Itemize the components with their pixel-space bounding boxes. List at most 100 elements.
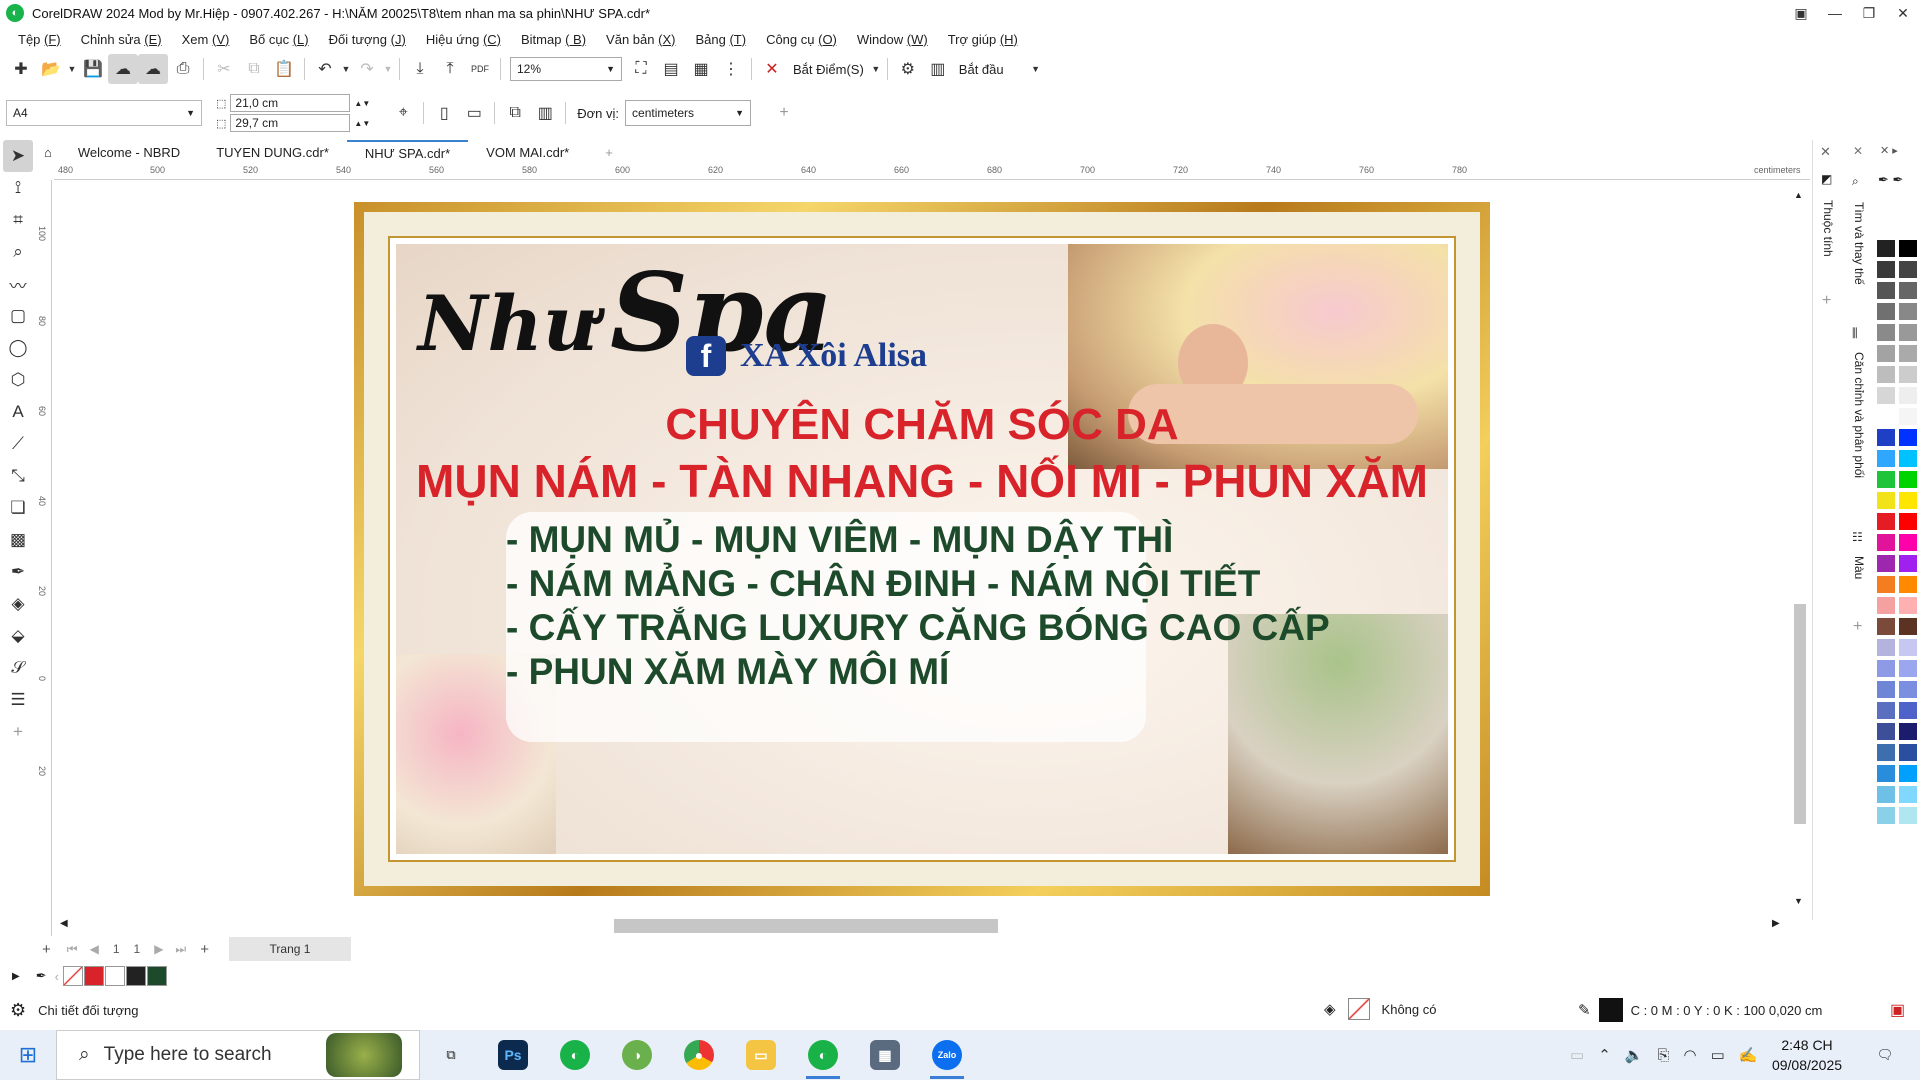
palette-swatch[interactable]: [1876, 743, 1896, 762]
palette-arrow-icon[interactable]: ▶: [12, 971, 20, 982]
palette-swatch[interactable]: [1898, 806, 1918, 825]
palette-swatch[interactable]: [1876, 407, 1896, 426]
palette-swatch[interactable]: [1876, 491, 1896, 510]
vertical-scroll-thumb[interactable]: [1794, 604, 1806, 824]
undo-icon[interactable]: ↶: [310, 54, 340, 84]
palette-swatch[interactable]: [1876, 260, 1896, 279]
coreldraw-app-1[interactable]: ◐: [544, 1030, 606, 1080]
corel-app-2[interactable]: ◑: [606, 1030, 668, 1080]
color-settings-icon[interactable]: ▣: [1890, 1000, 1905, 1020]
zoom-tool-icon[interactable]: ⌕: [3, 236, 33, 268]
save-icon[interactable]: 💾: [78, 54, 108, 84]
palette-swatch[interactable]: [1898, 470, 1918, 489]
home-icon[interactable]: ⌂: [36, 140, 60, 164]
palette-swatch[interactable]: [1876, 365, 1896, 384]
object-details-gear-icon[interactable]: ⚙: [10, 1000, 26, 1021]
palette-swatch[interactable]: [1898, 512, 1918, 531]
palette-nav-icon[interactable]: ✕ ▸: [1880, 144, 1898, 157]
task-view-icon[interactable]: ⧉: [420, 1030, 482, 1080]
paste-icon[interactable]: 📋: [269, 54, 299, 84]
palette-swatch[interactable]: [1876, 344, 1896, 363]
menu-bitmap[interactable]: Bitmap ( B): [521, 32, 586, 47]
palette-swatch[interactable]: [1898, 596, 1918, 615]
palette-swatch[interactable]: [1876, 386, 1896, 405]
palette-swatch[interactable]: [1898, 386, 1918, 405]
palette-swatch[interactable]: [1876, 680, 1896, 699]
transparency-tool-icon[interactable]: ▩: [3, 524, 33, 556]
show-guidelines-icon[interactable]: ⋮: [716, 54, 746, 84]
align-icon[interactable]: ⫼: [1852, 326, 1858, 341]
palette-swatch[interactable]: [1898, 680, 1918, 699]
scroll-up-icon[interactable]: ▲: [1794, 190, 1803, 200]
palette-swatch[interactable]: [1876, 722, 1896, 741]
new-document-icon[interactable]: ✚: [6, 54, 36, 84]
palette-swatch[interactable]: [1876, 470, 1896, 489]
palette-swatch[interactable]: [1876, 596, 1896, 615]
close-docker-icon[interactable]: ✕: [1853, 144, 1863, 158]
palette-swatch[interactable]: [1876, 302, 1896, 321]
find-replace-docker-tab[interactable]: Tìm và thay thế: [1852, 202, 1866, 285]
network-icon[interactable]: ◠: [1683, 1046, 1696, 1064]
palette-swatch[interactable]: [1876, 239, 1896, 258]
close-button[interactable]: ✕: [1886, 0, 1920, 26]
outline-tool-icon[interactable]: 𝒮: [3, 652, 33, 684]
palette-swatch[interactable]: [1898, 575, 1918, 594]
prev-page-icon[interactable]: ◀: [90, 942, 99, 956]
black-swatch[interactable]: [125, 966, 146, 986]
page-height-input[interactable]: 29,7 cm: [230, 114, 351, 132]
menu-effects[interactable]: Hiệu ứng (C): [426, 32, 501, 47]
palette-swatch[interactable]: [1876, 281, 1896, 300]
white-swatch[interactable]: [104, 966, 125, 986]
tab-nhu-spa[interactable]: NHƯ SPA.cdr*: [346, 140, 469, 164]
open-folder-icon[interactable]: 📂: [36, 54, 66, 84]
palette-swatch[interactable]: [1876, 323, 1896, 342]
page-width-input[interactable]: 21,0 cm: [230, 94, 351, 112]
crop-tool-icon[interactable]: ⌗: [3, 204, 33, 236]
palette-swatch[interactable]: [1898, 281, 1918, 300]
palette-swatch[interactable]: [1876, 617, 1896, 636]
palette-swatch[interactable]: [1876, 554, 1896, 573]
taskbar-search[interactable]: ⌕ Type here to search: [56, 1030, 420, 1080]
menu-window[interactable]: Window (W): [857, 32, 928, 47]
spin-icon[interactable]: ▲▼: [354, 99, 370, 108]
chrome-app[interactable]: ●: [668, 1030, 730, 1080]
tab-vom-mai[interactable]: VOM MAI.cdr*: [468, 140, 587, 164]
snap-to-dropdown[interactable]: Bắt Điểm(S): [793, 62, 864, 77]
palette-swatch[interactable]: [1898, 428, 1918, 447]
palette-swatch[interactable]: [1876, 449, 1896, 468]
dropdown-arrow-icon[interactable]: ▼: [66, 54, 78, 84]
polygon-tool-icon[interactable]: ⬡: [3, 364, 33, 396]
palette-swatch[interactable]: [1898, 722, 1918, 741]
horizontal-scroll-thumb[interactable]: [614, 919, 998, 933]
scroll-left-icon[interactable]: ◀: [60, 918, 68, 929]
palette-swatch[interactable]: [1898, 554, 1918, 573]
menu-help[interactable]: Trợ giúp (H): [948, 32, 1018, 47]
menu-text[interactable]: Văn bản (X): [606, 32, 675, 47]
palette-swatch[interactable]: [1876, 638, 1896, 657]
palette-swatch[interactable]: [1898, 239, 1918, 258]
ellipse-tool-icon[interactable]: ◯: [3, 332, 33, 364]
notifications-icon[interactable]: 🗨: [1870, 1040, 1900, 1070]
page-size-select[interactable]: A4 ▼: [6, 100, 202, 126]
palette-swatch[interactable]: [1876, 764, 1896, 783]
spa-banner[interactable]: Như Spa f XA Xôi Alisa CHUYÊN CHĂM SÓC DA…: [354, 202, 1490, 896]
add-icon[interactable]: +: [769, 98, 799, 128]
export-icon[interactable]: ⤒: [435, 54, 465, 84]
add-tool-icon[interactable]: +: [3, 716, 33, 748]
account-icon[interactable]: ▣: [1784, 0, 1818, 26]
align-distribute-docker-tab[interactable]: Căn chỉnh và phân phối: [1852, 352, 1866, 478]
palette-swatch[interactable]: [1876, 659, 1896, 678]
green-swatch[interactable]: [146, 966, 167, 986]
palette-swatch[interactable]: [1898, 344, 1918, 363]
show-rulers-icon[interactable]: ▤: [656, 54, 686, 84]
launch-dropdown-icon[interactable]: ▼: [1030, 54, 1042, 84]
lens-tool-icon[interactable]: ☰: [3, 684, 33, 716]
taskbar-clock[interactable]: 2:48 CH 09/08/2025: [1762, 1035, 1852, 1075]
eyedropper-icon[interactable]: ✒ ✒: [1878, 172, 1903, 188]
calculator-app[interactable]: ▦: [854, 1030, 916, 1080]
red-swatch[interactable]: [83, 966, 104, 986]
zoom-to-page-icon[interactable]: ⛶: [626, 54, 656, 84]
minimize-button[interactable]: —: [1818, 0, 1852, 26]
palette-swatch[interactable]: [1898, 764, 1918, 783]
cut-icon[interactable]: ✂: [209, 54, 239, 84]
